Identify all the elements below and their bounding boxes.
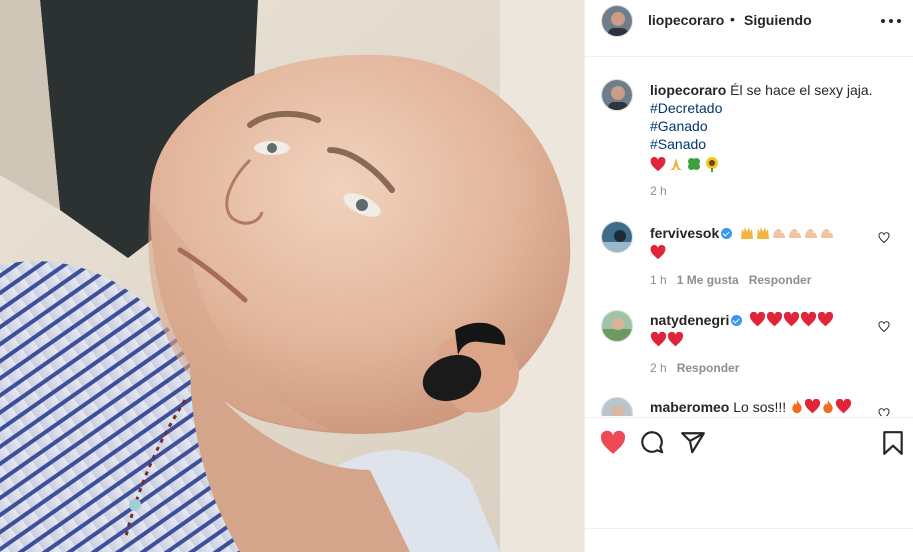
heart-emoji-icon	[750, 311, 766, 327]
post-photo[interactable]	[0, 0, 584, 552]
heart-emoji-icon	[767, 311, 783, 327]
heart-emoji-icon	[835, 398, 852, 414]
caption-body: liopecoraro Él se hace el sexy jaja. #De…	[650, 81, 900, 173]
comment-like-icon[interactable]	[878, 321, 890, 333]
comment-icon[interactable]	[640, 430, 666, 456]
comment-like-icon[interactable]	[878, 408, 890, 416]
post-header: liopecoraro • Siguiendo	[585, 0, 913, 57]
action-bar	[585, 417, 913, 467]
heart-emoji-icon	[818, 311, 834, 327]
comment-text: natydenegri	[650, 310, 880, 350]
heart-emoji-icon	[784, 311, 800, 327]
comment-meta: 1 h 1 Me gusta Responder	[650, 273, 811, 287]
post-photo-image	[0, 0, 584, 552]
comment-username[interactable]: fervivesok	[650, 225, 719, 241]
author-avatar[interactable]	[601, 5, 633, 37]
comments-list[interactable]: liopecoraro Él se hace el sexy jaja. #De…	[585, 58, 913, 416]
comment-timestamp: 2 h	[650, 361, 667, 375]
hashtag-link[interactable]: #Decretado	[650, 99, 900, 117]
sunflower-emoji-icon	[706, 157, 718, 172]
caption-timestamp: 2 h	[650, 184, 667, 198]
comment-timestamp: 1 h	[650, 273, 667, 287]
caption-emojis	[650, 155, 900, 173]
comment-text: fervivesok	[650, 223, 880, 263]
divider	[585, 528, 913, 529]
comment-reply-button[interactable]: Responder	[677, 361, 740, 375]
comment-body-text: Lo sos!!!	[733, 399, 787, 415]
comment-reply-button[interactable]: Responder	[749, 273, 812, 287]
caption-avatar[interactable]	[601, 79, 633, 111]
flexed-biceps-emoji-icon	[789, 229, 802, 238]
raising-hands-emoji-icon	[741, 227, 754, 239]
folded-hands-emoji-icon	[670, 158, 682, 170]
comment-text: maberomeo Lo sos!!!	[650, 397, 880, 416]
heart-emoji-icon	[801, 311, 817, 327]
heart-emoji-icon	[667, 331, 684, 347]
caption-text: Él se hace el sexy jaja.	[730, 82, 873, 98]
comment-avatar[interactable]	[601, 310, 633, 342]
comment-avatar[interactable]	[601, 397, 633, 416]
comment-meta: 2 h Responder	[650, 361, 739, 375]
flexed-biceps-emoji-icon	[805, 229, 818, 238]
more-options-icon[interactable]	[880, 10, 902, 30]
comment-like-icon[interactable]	[878, 232, 890, 244]
separator-dot: •	[730, 11, 735, 27]
raising-hands-emoji-icon	[757, 227, 770, 239]
flexed-biceps-emoji-icon	[773, 229, 786, 238]
caption-username[interactable]: liopecoraro	[650, 82, 726, 98]
heart-emoji-icon	[650, 244, 666, 260]
heart-icon[interactable]	[600, 430, 626, 456]
post-side-panel: liopecoraro • Siguiendo liopecoraro Él s…	[584, 0, 913, 552]
comment-username[interactable]: natydenegri	[650, 312, 729, 328]
verified-badge-icon	[731, 315, 743, 326]
flexed-biceps-emoji-icon	[821, 229, 834, 238]
follow-status-button[interactable]: Siguiendo	[744, 12, 812, 28]
hashtag-link[interactable]: #Sanado	[650, 135, 900, 153]
heart-emoji-icon	[650, 156, 666, 171]
bookmark-icon[interactable]	[880, 430, 906, 456]
share-icon[interactable]	[680, 430, 706, 456]
comment-username[interactable]: maberomeo	[650, 399, 729, 415]
four-leaf-clover-emoji-icon	[688, 158, 700, 170]
heart-emoji-icon	[650, 331, 667, 347]
fire-emoji-icon	[823, 399, 833, 414]
comment-avatar[interactable]	[601, 221, 633, 253]
author-username[interactable]: liopecoraro	[648, 12, 724, 28]
fire-emoji-icon	[792, 399, 802, 414]
hashtag-link[interactable]: #Ganado	[650, 117, 900, 135]
heart-emoji-icon	[804, 398, 821, 414]
verified-badge-icon	[721, 228, 733, 239]
comment-likes-link[interactable]: 1 Me gusta	[677, 273, 739, 287]
